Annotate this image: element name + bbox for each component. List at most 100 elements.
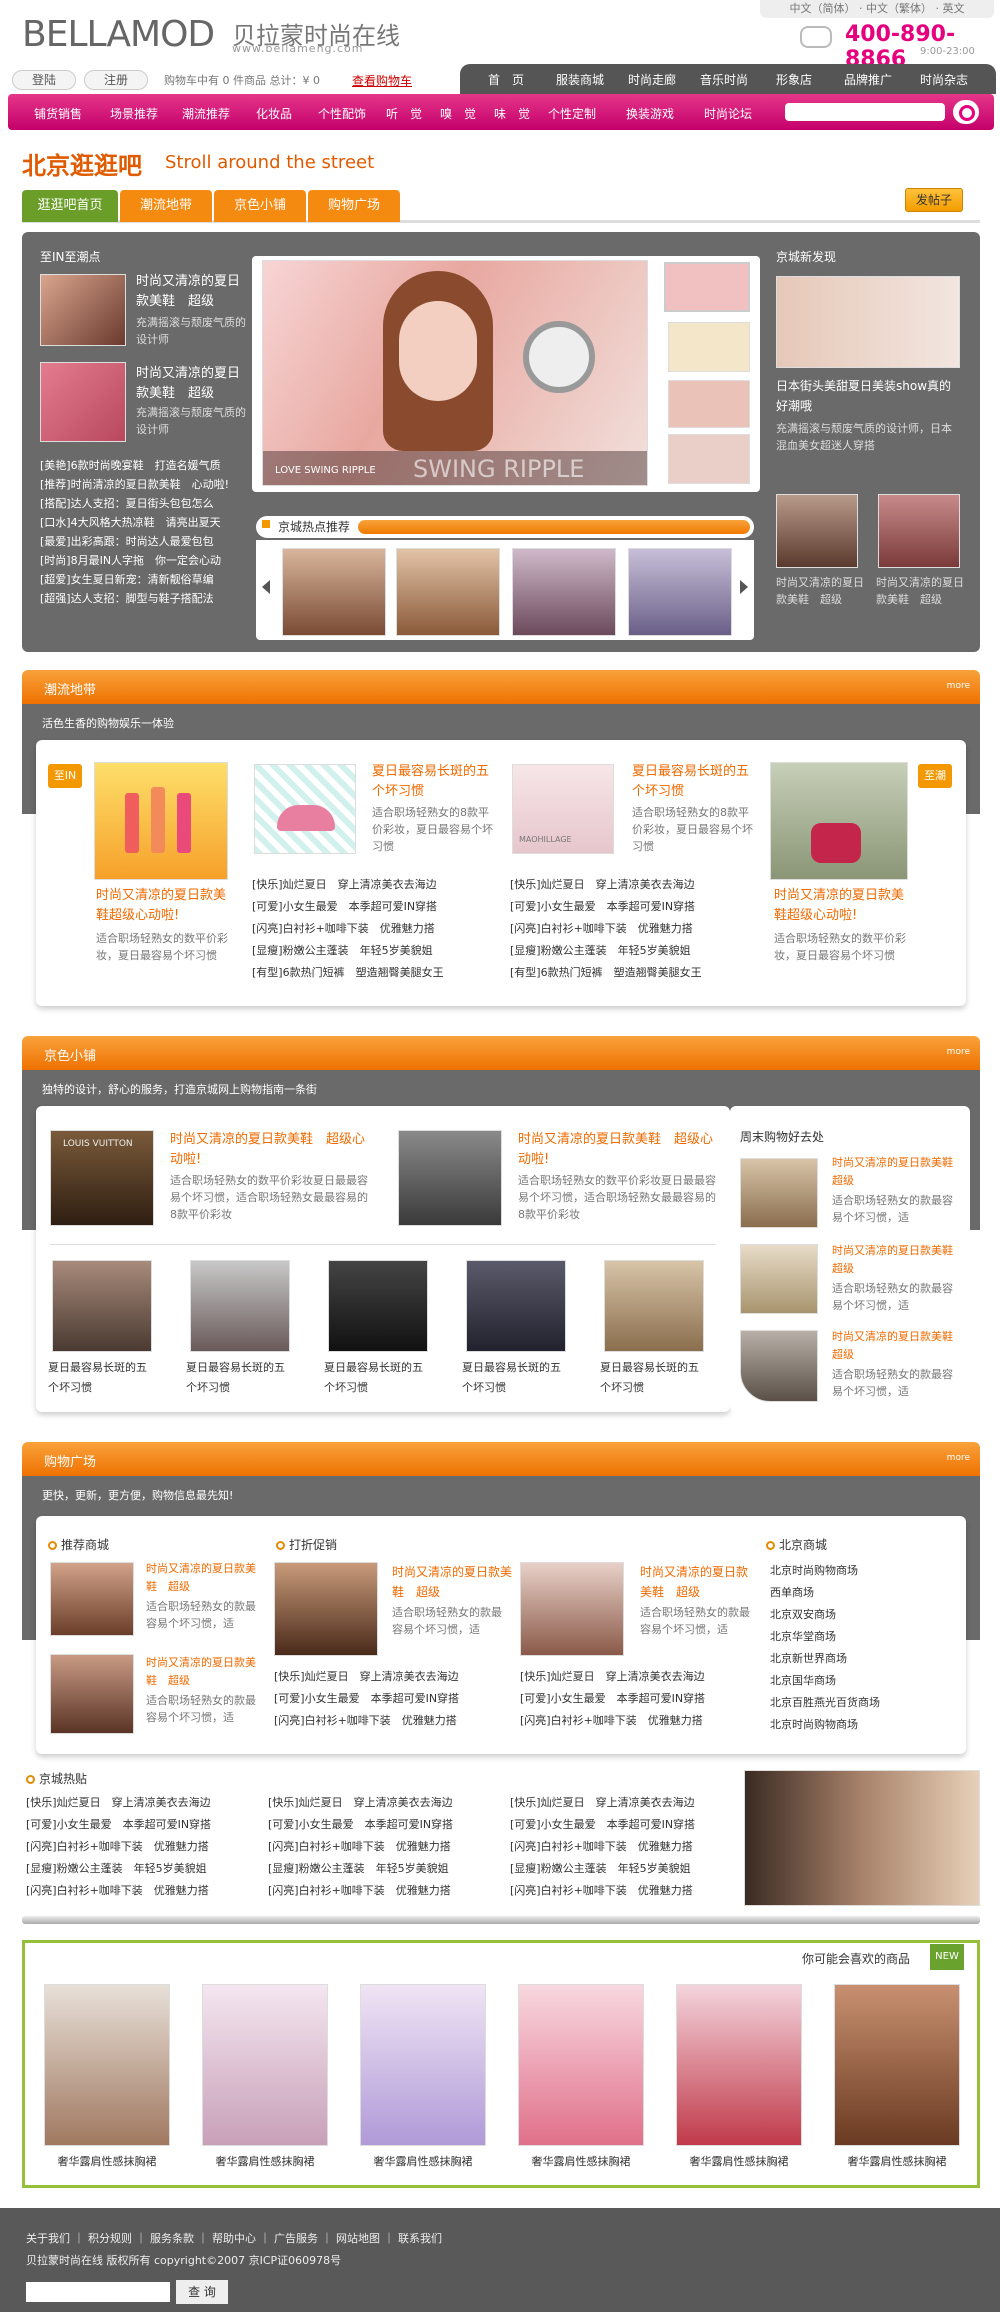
trend-title[interactable]: 时尚又清凉的夏日款美鞋超级心动啦! [774, 886, 910, 926]
subnav-item[interactable]: 换装游戏 [626, 105, 674, 122]
list-item[interactable]: [闪亮]白衬衫+咖啡下装 优雅魅力搭 [510, 918, 760, 940]
more-link[interactable]: more [947, 681, 970, 691]
nav-item[interactable]: 首 页 [488, 71, 524, 88]
list-item[interactable]: [超强]达人支招：脚型与鞋子搭配法 [40, 589, 240, 608]
list-item[interactable]: [闪亮]白衬衫+咖啡下装 优雅魅力搭 [520, 1710, 760, 1732]
more-link[interactable]: more [947, 1453, 970, 1463]
product-image[interactable] [44, 1984, 170, 2146]
list-item[interactable]: [美艳]6款时尚晚宴鞋 打造名媛气质 [40, 456, 240, 475]
shop-image[interactable]: LOUIS VUITTON [50, 1130, 154, 1226]
list-item[interactable]: [可爱]小女生最爱 本季超可爱IN穿搭 [252, 896, 502, 918]
subnav-item[interactable]: 铺货销售 [34, 105, 82, 122]
grid-caption[interactable]: 夏日最容易长斑的五个坏习惯 [600, 1358, 706, 1398]
mall-item[interactable]: 西单商场 [770, 1582, 960, 1604]
mall-item[interactable]: 北京双安商场 [770, 1604, 960, 1626]
rec-thumb[interactable] [50, 1562, 134, 1636]
list-item[interactable]: [闪亮]白衬衫+咖啡下装 优雅魅力搭 [252, 918, 502, 940]
rec-title[interactable]: 时尚又清凉的夏日款美鞋 超级 [146, 1560, 258, 1596]
footer-search-input[interactable] [26, 2282, 170, 2302]
subnav-item[interactable]: 时尚论坛 [704, 105, 752, 122]
product-caption[interactable]: 奢华露肩性感抹胸裙 [196, 2152, 334, 2172]
footer-links[interactable]: 关于我们 ｜ 积分规则 ｜ 服务条款 ｜ 帮助中心 ｜ 广告服务 ｜ 网站地图 … [26, 2230, 442, 2246]
slide-thumb[interactable] [668, 380, 750, 428]
grid-thumb[interactable] [190, 1260, 290, 1352]
article-thumb[interactable] [40, 274, 126, 346]
article-title[interactable]: 时尚又清凉的夏日款美鞋 超级 [136, 272, 246, 312]
list-item[interactable]: [闪亮]白衬衫+咖啡下装 优雅魅力搭 [26, 1880, 256, 1902]
product-image[interactable] [676, 1984, 802, 2146]
discover-thumb[interactable] [878, 494, 960, 568]
nav-item[interactable]: 音乐时尚 [700, 71, 748, 88]
list-item[interactable]: [闪亮]白衬衫+咖啡下装 优雅魅力搭 [26, 1836, 256, 1858]
trend-mid-title[interactable]: 夏日最容易长斑的五个坏习惯 [372, 762, 492, 802]
list-item[interactable]: [闪亮]白衬衫+咖啡下装 优雅魅力搭 [510, 1836, 740, 1858]
language-switcher[interactable]: 中文（简体） · 中文（繁体） · 英文 [760, 0, 994, 18]
mall-item[interactable]: 北京新世界商场 [770, 1648, 960, 1670]
list-item[interactable]: [搭配]达人支招：夏日街头包包怎么 [40, 494, 240, 513]
shop-image[interactable] [398, 1130, 502, 1226]
product-image[interactable] [202, 1984, 328, 2146]
weekend-title[interactable]: 时尚又清凉的夏日款美鞋 超级 [832, 1242, 964, 1278]
product-caption[interactable]: 奢华露肩性感抹胸裙 [828, 2152, 966, 2172]
mall-item[interactable]: 北京百胜燕光百货商场 [770, 1692, 960, 1714]
hot-rec-thumb[interactable] [282, 548, 386, 636]
list-item[interactable]: [快乐]灿烂夏日 穿上清凉美衣去海边 [274, 1666, 514, 1688]
subnav-item[interactable]: 嗅 觉 [440, 105, 476, 122]
list-item[interactable]: [闪亮]白衬衫+咖啡下装 优雅魅力搭 [510, 1880, 740, 1902]
register-button[interactable]: 注册 [84, 70, 148, 90]
mall-item[interactable]: 北京时尚购物商场 [770, 1714, 960, 1736]
rec-title[interactable]: 时尚又清凉的夏日款美鞋 超级 [146, 1654, 258, 1690]
footer-search-button[interactable]: 查 询 [176, 2280, 228, 2304]
product-caption[interactable]: 奢华露肩性感抹胸裙 [38, 2152, 176, 2172]
trend-thumb[interactable]: MAOHILLAGE [512, 764, 614, 854]
list-item[interactable]: [闪亮]白衬衫+咖啡下装 优雅魅力搭 [268, 1880, 498, 1902]
nav-item[interactable]: 时尚杂志 [920, 71, 968, 88]
weekend-thumb[interactable] [740, 1330, 818, 1402]
list-item[interactable]: [显瘦]粉嫩公主蓬装 年轻5岁美貌姐 [252, 940, 502, 962]
grid-thumb[interactable] [466, 1260, 566, 1352]
tab-trend[interactable]: 潮流地带 [120, 190, 212, 222]
prev-arrow-icon[interactable] [262, 580, 270, 594]
subnav-item[interactable]: 场景推荐 [110, 105, 158, 122]
weekend-title[interactable]: 时尚又清凉的夏日款美鞋 超级 [832, 1154, 964, 1190]
grid-caption[interactable]: 夏日最容易长斑的五个坏习惯 [324, 1358, 430, 1398]
product-image[interactable] [360, 1984, 486, 2146]
search-icon[interactable] [953, 100, 979, 124]
rec-thumb[interactable] [50, 1654, 134, 1734]
slide-thumb[interactable] [668, 322, 750, 372]
list-item[interactable]: [可爱]小女生最爱 本季超可爱IN穿搭 [520, 1688, 760, 1710]
shop-title[interactable]: 时尚又清凉的夏日款美鞋 超级心动啦! [170, 1130, 370, 1170]
trend-title[interactable]: 时尚又清凉的夏日款美鞋超级心动啦! [96, 886, 232, 926]
hot-rec-thumb[interactable] [396, 548, 500, 636]
subnav-item[interactable]: 个性配饰 [318, 105, 366, 122]
product-caption[interactable]: 奢华露肩性感抹胸裙 [670, 2152, 808, 2172]
discover-caption[interactable]: 时尚又清凉的夏日款美鞋 超级 [776, 574, 864, 608]
weekend-thumb[interactable] [740, 1158, 818, 1228]
list-item[interactable]: [有型]6款热门短裤 塑造翘臀美腿女王 [252, 962, 502, 984]
grid-thumb[interactable] [604, 1260, 704, 1352]
list-item[interactable]: [可爱]小女生最爱 本季超可爱IN穿搭 [274, 1688, 514, 1710]
list-item[interactable]: [快乐]灿烂夏日 穿上清凉美衣去海边 [510, 1792, 740, 1814]
list-item[interactable]: [显瘦]粉嫩公主蓬装 年轻5岁美貌姐 [510, 1858, 740, 1880]
list-item[interactable]: [口水]4大风格大热凉鞋 请亮出夏天 [40, 513, 240, 532]
subnav-item[interactable]: 听 觉 [386, 105, 422, 122]
post-button[interactable]: 发帖子 [905, 188, 963, 212]
grid-caption[interactable]: 夏日最容易长斑的五个坏习惯 [462, 1358, 568, 1398]
list-item[interactable]: [有型]6款热门短裤 塑造翘臀美腿女王 [510, 962, 760, 984]
list-item[interactable]: [推荐]时尚清凉的夏日款美鞋 心动啦! [40, 475, 240, 494]
tab-plaza[interactable]: 购物广场 [308, 190, 400, 222]
mall-item[interactable]: 北京国华商场 [770, 1670, 960, 1692]
subnav-item[interactable]: 化妆品 [256, 105, 292, 122]
promo-title[interactable]: 时尚又清凉的夏日款美鞋 超级 [640, 1562, 752, 1602]
promo-thumb[interactable] [520, 1562, 624, 1656]
list-item[interactable]: [超爱]女生夏日新宠：清新靓俗草编 [40, 570, 240, 589]
list-item[interactable]: [可爱]小女生最爱 本季超可爱IN穿搭 [510, 1814, 740, 1836]
discover-thumb[interactable] [776, 494, 858, 568]
promo-thumb[interactable] [274, 1562, 378, 1656]
more-link[interactable]: more [947, 1047, 970, 1057]
promo-title[interactable]: 时尚又清凉的夏日款美鞋 超级 [392, 1562, 512, 1602]
list-item[interactable]: [快乐]灿烂夏日 穿上清凉美衣去海边 [510, 874, 760, 896]
list-item[interactable]: [最爱]出彩高跟：时尚达人最爱包包 [40, 532, 240, 551]
list-item[interactable]: [时尚]8月最IN人字拖 你一定会心动 [40, 551, 240, 570]
subnav-item[interactable]: 潮流推荐 [182, 105, 230, 122]
